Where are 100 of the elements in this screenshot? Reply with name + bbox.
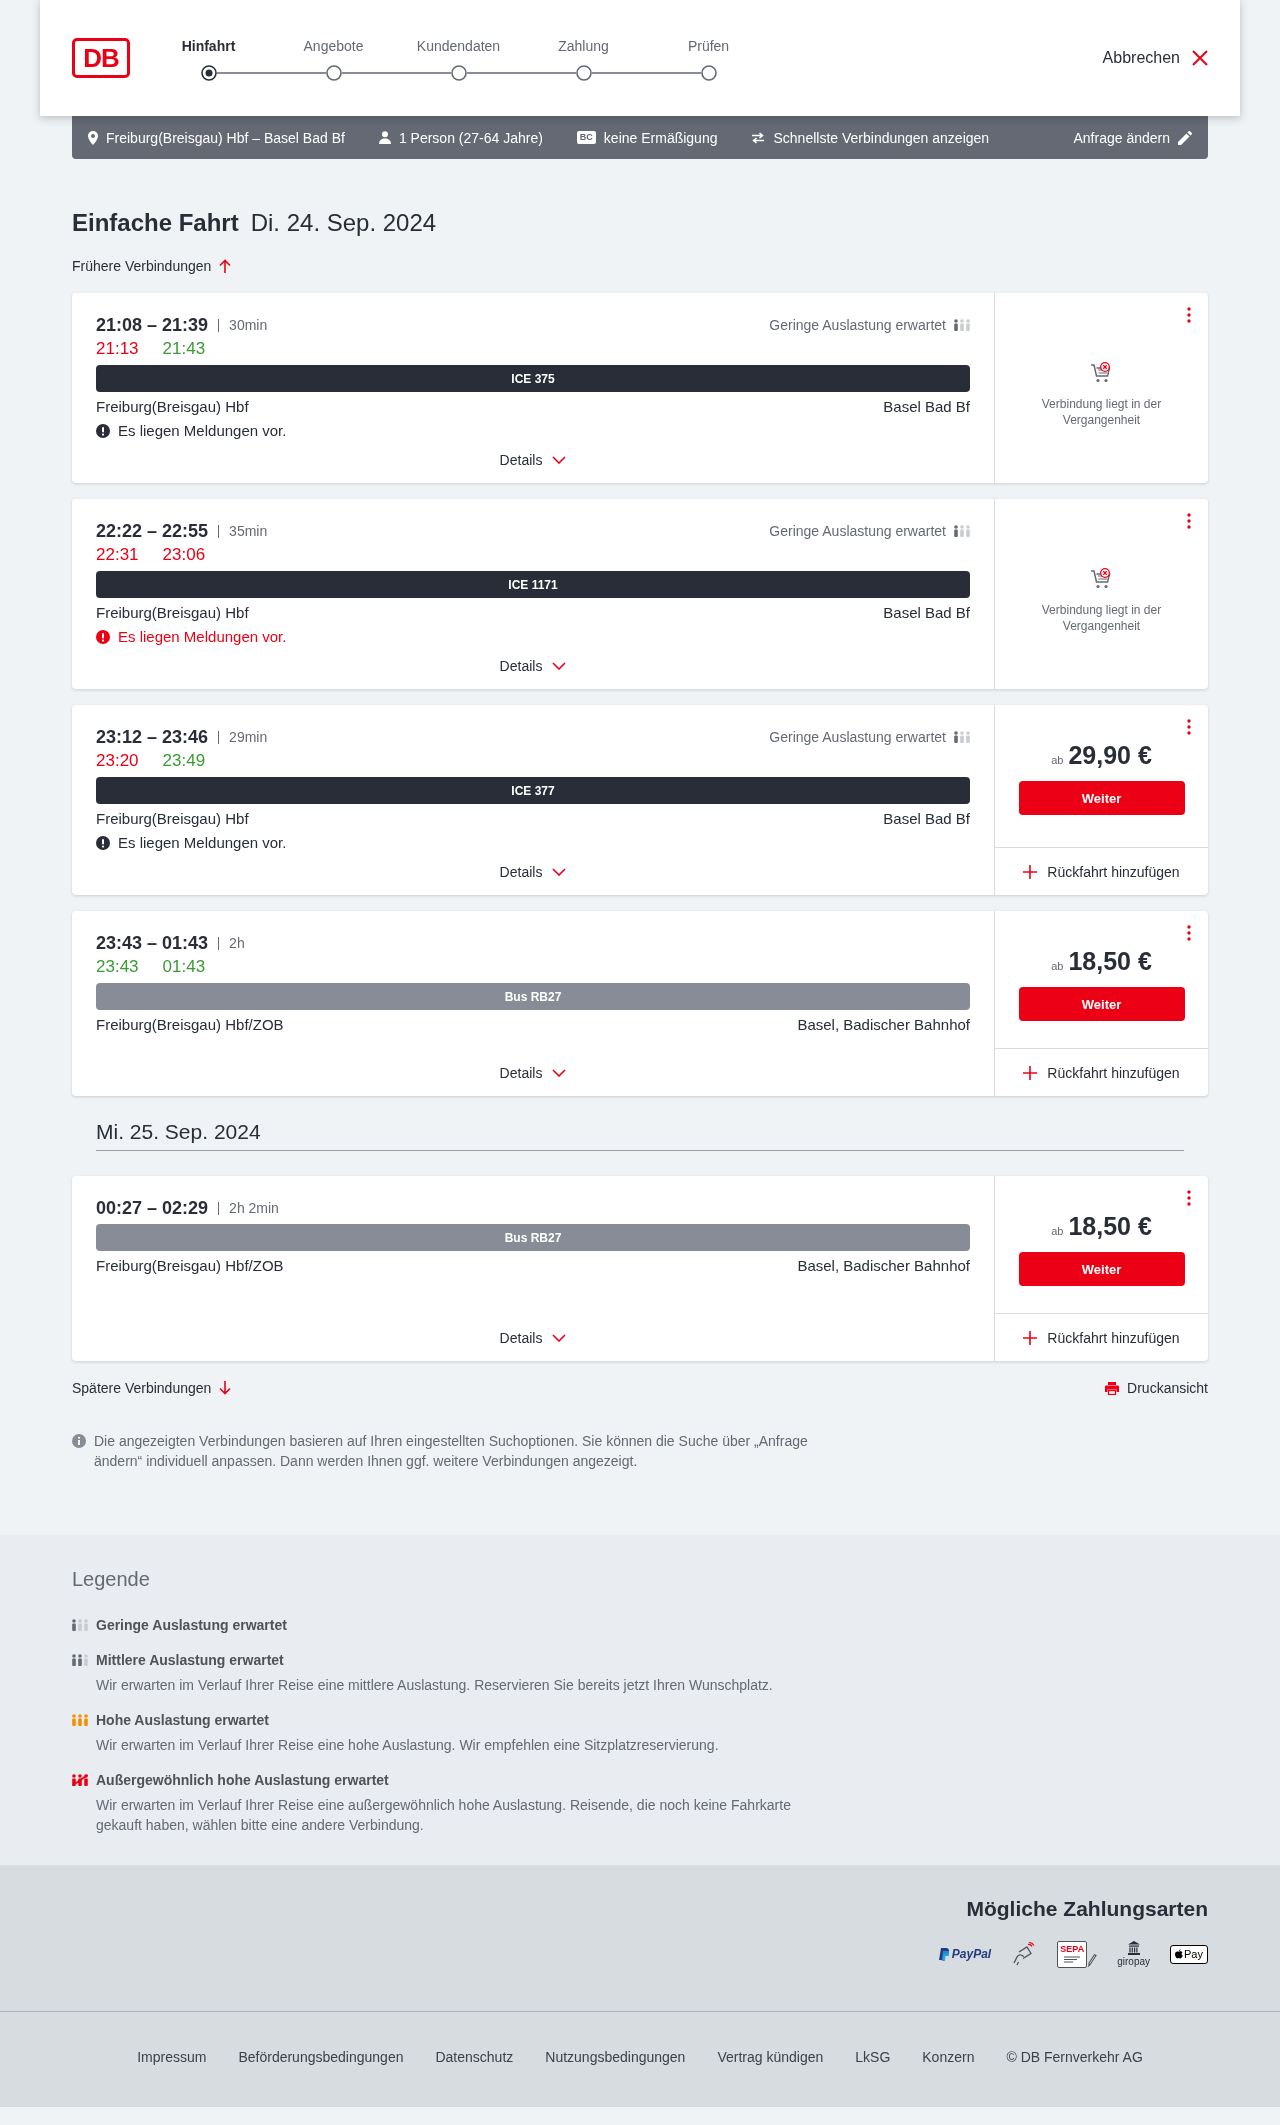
route-text: Freiburg(Breisgau) Hbf – Basel Bad Bf (106, 129, 345, 146)
arrow-up-icon (219, 259, 232, 273)
return-trip-button[interactable]: Rückfahrt hinzufügen (1023, 1062, 1180, 1083)
earlier-connections-link[interactable]: Frühere Verbindungen (72, 256, 232, 276)
departure-station: Freiburg(Breisgau) Hbf/ZOB (96, 1256, 284, 1276)
plus-icon (1023, 1065, 1038, 1080)
footer-link[interactable]: Vertrag kündigen (717, 2047, 824, 2067)
cancel-button[interactable]: Abbrechen (1102, 49, 1208, 67)
footer-link[interactable]: Beförderungsbedingungen (238, 2047, 404, 2067)
product-bar: Bus RB27 (96, 1224, 970, 1251)
swap-arrows-icon (751, 131, 766, 144)
chevron-down-icon (552, 456, 567, 464)
occupancy-icon (954, 731, 970, 743)
kebab-menu-icon[interactable] (1187, 1190, 1191, 1206)
legend-title: Hohe Auslastung erwartet (96, 1711, 270, 1730)
step-label: Kundendaten (416, 36, 501, 56)
realtime-time: 23:20 (96, 751, 139, 771)
past-connection-text: Verbindung liegt in der Vergangenheit (1040, 602, 1163, 634)
details-button[interactable]: Details (499, 1327, 567, 1349)
duration-text: 35min (229, 523, 268, 539)
travel-date: Di. 24. Sep. 2024 (250, 208, 437, 238)
payment-label: giropay (1117, 1956, 1151, 1967)
duration-text: 30min (229, 317, 268, 333)
later-connections-link[interactable]: Spätere Verbindungen (72, 1378, 232, 1398)
connection-times: 00:27 – 02:29 (96, 1197, 209, 1220)
duration-text: 2h (229, 935, 245, 951)
apple-icon (1175, 1949, 1184, 1959)
price-text: 29,90 € (1068, 740, 1152, 771)
connection-times: 21:08 – 21:39 (96, 314, 209, 337)
payment-label: PayPal (951, 1947, 992, 1961)
details-button[interactable]: Details (499, 449, 567, 471)
occupancy-icon (72, 1654, 88, 1666)
duration-text: 29min (229, 729, 268, 745)
duration-text: 2h 2min (229, 1200, 279, 1216)
price-prefix: ab (1051, 754, 1064, 766)
discount-text: keine Ermäßigung (603, 129, 718, 146)
info-icon (72, 1434, 86, 1448)
message-text: Es liegen Meldungen vor. (118, 627, 287, 647)
legend-title: Geringe Auslastung erwartet (96, 1616, 287, 1635)
message-text: Es liegen Meldungen vor. (118, 421, 287, 441)
passengers-text: 1 Person (27-64 Jahre) (398, 129, 543, 146)
legend-text: Wir erwarten im Verlauf Ihrer Reise eine mittlere Auslastung. Reservieren Sie bereits jetzt Ihren Wunschplatz. (96, 1676, 773, 1695)
departure-station: Freiburg(Breisgau) Hbf (96, 603, 249, 623)
legend-title: Mittlere Auslastung erwartet (96, 1651, 285, 1670)
kebab-menu-icon[interactable] (1187, 719, 1191, 735)
continue-button[interactable]: Weiter (1018, 1252, 1185, 1286)
building-icon (1126, 1941, 1141, 1955)
message-text: Es liegen Meldungen vor. (118, 833, 287, 853)
price-prefix: ab (1051, 1225, 1064, 1237)
arrow-down-icon (219, 1381, 232, 1395)
product-bar: ICE 1171 (96, 571, 970, 598)
step-label: Zahlung (558, 36, 609, 56)
occupancy-text: Geringe Auslastung erwartet (769, 729, 946, 745)
continue-button[interactable]: Weiter (1018, 781, 1185, 815)
print-view-link[interactable]: Druckansicht (1105, 1378, 1208, 1398)
kebab-menu-icon[interactable] (1187, 513, 1191, 529)
details-button[interactable]: Details (499, 1062, 567, 1084)
past-connection-text: Verbindung liegt in der Vergangenheit (1040, 396, 1163, 428)
return-trip-button[interactable]: Rückfahrt hinzufügen (1023, 861, 1180, 882)
continue-button[interactable]: Weiter (1018, 987, 1185, 1021)
product-bar: ICE 375 (96, 365, 970, 392)
location-pin-icon (88, 130, 98, 145)
step-label: Angebote (303, 36, 364, 56)
person-icon (378, 131, 391, 144)
edit-request-button[interactable]: Anfrage ändern (1073, 129, 1192, 146)
footer-link[interactable]: Nutzungsbedingungen (545, 2047, 686, 2067)
arrival-station: Basel, Badischer Bahnhof (797, 1015, 970, 1035)
occupancy-icon (954, 525, 970, 537)
connection-times: 23:43 – 01:43 (96, 932, 209, 955)
kebab-menu-icon[interactable] (1187, 307, 1191, 323)
chevron-down-icon (552, 1334, 567, 1342)
footer-link[interactable]: Datenschutz (435, 2047, 514, 2067)
connection-times: 22:22 – 22:55 (96, 520, 209, 543)
footer-link[interactable]: LkSG (855, 2047, 891, 2067)
option-text: Schnellste Verbindungen anzeigen (773, 129, 990, 146)
kebab-menu-icon[interactable] (1187, 925, 1191, 941)
details-button[interactable]: Details (499, 861, 567, 883)
chevron-down-icon (552, 868, 567, 876)
card-badge: BC (576, 131, 596, 144)
plus-icon (1023, 864, 1038, 879)
page-title: Einfache Fahrt (72, 208, 239, 238)
legend-heading: Legende (72, 1567, 151, 1592)
occupancy-icon (954, 319, 970, 331)
realtime-time: 21:43 (162, 339, 206, 359)
details-button[interactable]: Details (499, 655, 567, 677)
product-bar: Bus RB27 (96, 983, 970, 1010)
realtime-time: 01:43 (162, 957, 206, 977)
return-trip-button[interactable]: Rückfahrt hinzufügen (1023, 1327, 1180, 1348)
connection-times: 23:12 – 23:46 (96, 726, 209, 749)
occupancy-text: Geringe Auslastung erwartet (769, 317, 946, 333)
logo[interactable]: DB (72, 38, 130, 78)
footer-link[interactable]: Impressum (137, 2047, 207, 2067)
arrival-station: Basel Bad Bf (883, 397, 970, 417)
payment-label: Pay (1184, 1947, 1203, 1961)
chevron-down-icon (552, 662, 567, 670)
lines-icon (1064, 1955, 1081, 1963)
occupancy-icon (72, 1714, 88, 1726)
footer-link[interactable]: Konzern (922, 2047, 975, 2067)
step-label: Prüfen (687, 36, 730, 56)
realtime-time: 23:06 (162, 545, 206, 565)
